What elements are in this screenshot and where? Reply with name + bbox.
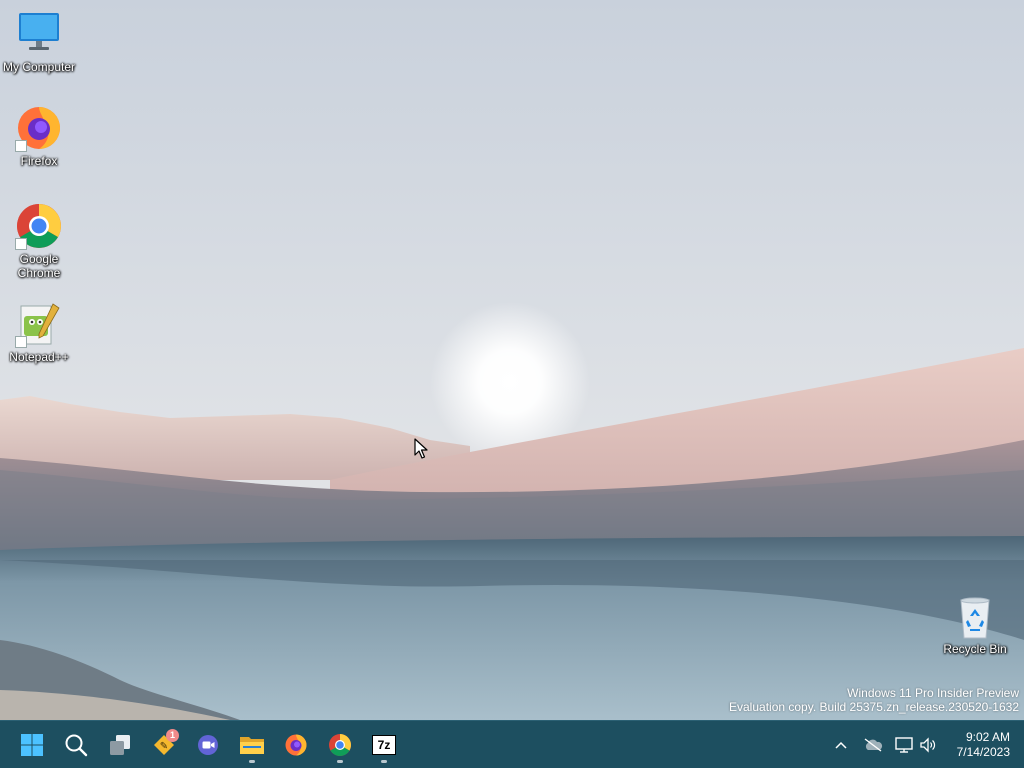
task-view-icon bbox=[110, 735, 130, 755]
volume-icon bbox=[920, 737, 936, 753]
chrome-icon bbox=[329, 734, 351, 756]
7zip-icon-label: 7z bbox=[377, 738, 391, 752]
desktop-icon-notepad-plus-plus[interactable]: Notepad++ bbox=[1, 300, 77, 364]
teams-chat-icon bbox=[198, 735, 218, 755]
watermark-edition: Windows 11 Pro Insider Preview bbox=[847, 686, 1019, 700]
start-button[interactable] bbox=[12, 725, 52, 765]
7zip-taskbar-button[interactable]: 7z bbox=[364, 725, 404, 765]
7zip-icon: 7z bbox=[372, 735, 396, 755]
file-explorer-button[interactable] bbox=[232, 725, 272, 765]
running-indicator bbox=[249, 760, 255, 763]
shortcut-arrow-icon bbox=[15, 238, 27, 250]
firefox-icon bbox=[15, 104, 63, 152]
shortcut-arrow-icon bbox=[15, 336, 27, 348]
desktop-icon-label: Google Chrome bbox=[17, 252, 61, 280]
network-icon bbox=[895, 737, 913, 753]
desktop-icon-firefox[interactable]: Firefox bbox=[1, 104, 77, 168]
running-indicator bbox=[381, 760, 387, 763]
desktop-icon-label: Firefox bbox=[20, 154, 58, 168]
clock-time: 9:02 AM bbox=[965, 730, 1010, 744]
file-explorer-icon bbox=[240, 737, 264, 754]
clock-date: 7/14/2023 bbox=[956, 745, 1010, 759]
desktop-icon-label: Notepad++ bbox=[9, 350, 69, 364]
desktop-icon-google-chrome[interactable]: Google Chrome bbox=[1, 202, 77, 280]
ticket-app-button[interactable]: ✎ 1 bbox=[144, 725, 184, 765]
teams-chat-button[interactable] bbox=[188, 725, 228, 765]
notepad-plus-plus-icon bbox=[15, 300, 63, 348]
computer-monitor-icon bbox=[15, 10, 63, 58]
recycle-bin-icon bbox=[955, 596, 995, 640]
desktop-wallpaper bbox=[0, 0, 1024, 720]
windows-start-icon bbox=[21, 734, 43, 756]
evaluation-watermark: Windows 11 Pro Insider Preview Evaluatio… bbox=[729, 686, 1019, 714]
search-icon bbox=[65, 734, 88, 757]
onedrive-status-button[interactable] bbox=[860, 721, 886, 769]
volume-button[interactable] bbox=[917, 721, 939, 769]
task-view-button[interactable] bbox=[100, 725, 140, 765]
onedrive-offline-icon bbox=[864, 738, 883, 752]
firefox-icon bbox=[285, 734, 307, 756]
desktop-icon-label: My Computer bbox=[2, 60, 76, 74]
shortcut-arrow-icon bbox=[15, 140, 27, 152]
chevron-up-icon bbox=[835, 741, 847, 749]
desktop-icon-my-computer[interactable]: My Computer bbox=[1, 10, 77, 74]
taskbar: ✎ 1 7z 9:02 AM 7/14/2023 bbox=[0, 720, 1024, 768]
firefox-taskbar-button[interactable] bbox=[276, 725, 316, 765]
desktop-icon-label: Recycle Bin bbox=[943, 642, 1007, 656]
chrome-taskbar-button[interactable] bbox=[320, 725, 360, 765]
chrome-icon bbox=[15, 202, 63, 250]
running-indicator bbox=[337, 760, 343, 763]
watermark-build: Evaluation copy. Build 25375.zn_release.… bbox=[729, 700, 1019, 714]
mouse-cursor-icon bbox=[414, 438, 428, 459]
notification-badge: 1 bbox=[166, 729, 179, 742]
network-status-button[interactable] bbox=[893, 721, 915, 769]
svg-text:✎: ✎ bbox=[160, 741, 168, 752]
desktop-icon-recycle-bin[interactable]: Recycle Bin bbox=[937, 596, 1013, 656]
show-hidden-icons-button[interactable] bbox=[830, 721, 852, 769]
search-button[interactable] bbox=[56, 725, 96, 765]
clock-date-button[interactable]: 9:02 AM 7/14/2023 bbox=[957, 730, 1010, 760]
